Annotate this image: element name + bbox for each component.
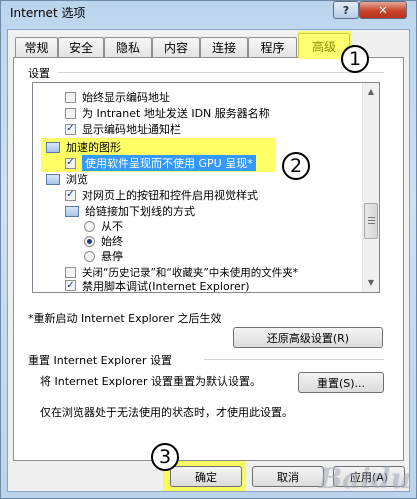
- restart-note: *重新启动 Internet Explorer 之后生效: [28, 312, 222, 325]
- radio-button[interactable]: [84, 235, 95, 247]
- close-icon: ✕: [378, 3, 388, 17]
- callout-badge-2: 2: [282, 152, 310, 180]
- list-item[interactable]: 关闭“历史记录”和“收藏夹”中未使用的文件夹*: [65, 264, 298, 280]
- list-item[interactable]: ✓ 显示编码地址通知栏: [65, 121, 181, 137]
- list-item[interactable]: 悬停: [84, 248, 123, 264]
- scroll-down-icon[interactable]: ▼: [363, 274, 379, 291]
- apply-button[interactable]: 应用(A): [333, 466, 405, 487]
- radio-button[interactable]: [84, 220, 95, 232]
- radio-button[interactable]: [84, 250, 95, 262]
- list-item-label: 从不: [101, 220, 123, 233]
- list-item-label: 始终显示编码地址: [82, 91, 170, 104]
- scroll-thumb[interactable]: [364, 203, 378, 239]
- folder-icon: [46, 173, 60, 185]
- checkbox[interactable]: ✓: [65, 123, 76, 135]
- help-icon: ?: [342, 3, 350, 17]
- list-item-label: 始终: [101, 235, 123, 248]
- list-item-label: 对网页上的按钮和控件启用视觉样式: [82, 189, 258, 202]
- list-item-label: 禁用脚本调试(Internet Explorer): [82, 279, 250, 293]
- list-item-label: 显示编码地址通知栏: [82, 123, 181, 136]
- restore-advanced-button[interactable]: 还原高级设置(R): [233, 327, 383, 348]
- tab-programs[interactable]: 程序: [248, 37, 297, 57]
- list-item-label: 为 Intranet 地址发送 IDN 服务器名称: [82, 107, 270, 120]
- folder-icon: [65, 205, 79, 217]
- tab-general[interactable]: 常规: [15, 37, 58, 57]
- list-folder-label: 加速的图形: [66, 141, 121, 154]
- checkbox[interactable]: ✓: [65, 280, 76, 291]
- checkbox[interactable]: [65, 107, 76, 119]
- checkbox[interactable]: ✓: [65, 189, 76, 201]
- settings-group-line: [58, 72, 384, 73]
- list-folder: 浏览: [46, 171, 88, 187]
- cancel-button[interactable]: 取消: [252, 466, 324, 487]
- list-folder-label: 给链接加下划线的方式: [85, 205, 195, 218]
- settings-group-label: 设置: [28, 67, 50, 80]
- list-folder: 加速的图形: [46, 139, 121, 155]
- reset-note: 仅在浏览器处于无法使用的状态时，才使用此设置。: [40, 406, 293, 419]
- list-item[interactable]: ✓ 使用软件呈现而不使用 GPU 呈现*: [65, 155, 256, 171]
- reset-description: 将 Internet Explorer 设置重置为默认设置。: [40, 375, 261, 388]
- list-folder-label: 浏览: [66, 173, 88, 186]
- list-item-label: 悬停: [101, 250, 123, 263]
- checkbox[interactable]: ✓: [65, 157, 76, 169]
- callout-badge-1: 1: [341, 45, 369, 73]
- callout-badge-3: 3: [151, 443, 179, 471]
- help-button[interactable]: ?: [333, 1, 359, 19]
- list-item-label: 关闭“历史记录”和“收藏夹”中未使用的文件夹*: [82, 266, 299, 279]
- reset-button[interactable]: 重置(S)...: [298, 372, 384, 393]
- scroll-up-icon[interactable]: ▲: [363, 83, 379, 100]
- reset-heading: 重置 Internet Explorer 设置: [28, 354, 172, 367]
- list-item[interactable]: 为 Intranet 地址发送 IDN 服务器名称: [65, 105, 270, 121]
- list-item[interactable]: 始终: [84, 233, 123, 249]
- checkbox[interactable]: [65, 266, 76, 278]
- tab-connections[interactable]: 连接: [200, 37, 248, 57]
- list-folder: 给链接加下划线的方式: [65, 203, 195, 219]
- list-item[interactable]: 从不: [84, 218, 123, 234]
- list-item-label-selected: 使用软件呈现而不使用 GPU 呈现*: [82, 155, 256, 171]
- ok-button[interactable]: 确定: [170, 466, 242, 487]
- tab-security[interactable]: 安全: [58, 37, 104, 57]
- tab-privacy[interactable]: 隐私: [104, 37, 152, 57]
- window-title: Internet 选项: [10, 6, 86, 20]
- list-item[interactable]: ✓ 对网页上的按钮和控件启用视觉样式: [65, 187, 258, 203]
- list-item[interactable]: ✓ 禁用脚本调试(Internet Explorer): [65, 279, 250, 292]
- settings-scrollbar[interactable]: ▲ ▼: [362, 83, 379, 292]
- list-item[interactable]: 始终显示编码地址: [65, 89, 170, 105]
- folder-icon: [46, 141, 60, 153]
- checkbox[interactable]: [65, 91, 76, 103]
- reset-group-line: [204, 359, 384, 360]
- close-button[interactable]: ✕: [359, 1, 407, 19]
- tab-content[interactable]: 内容: [152, 37, 200, 57]
